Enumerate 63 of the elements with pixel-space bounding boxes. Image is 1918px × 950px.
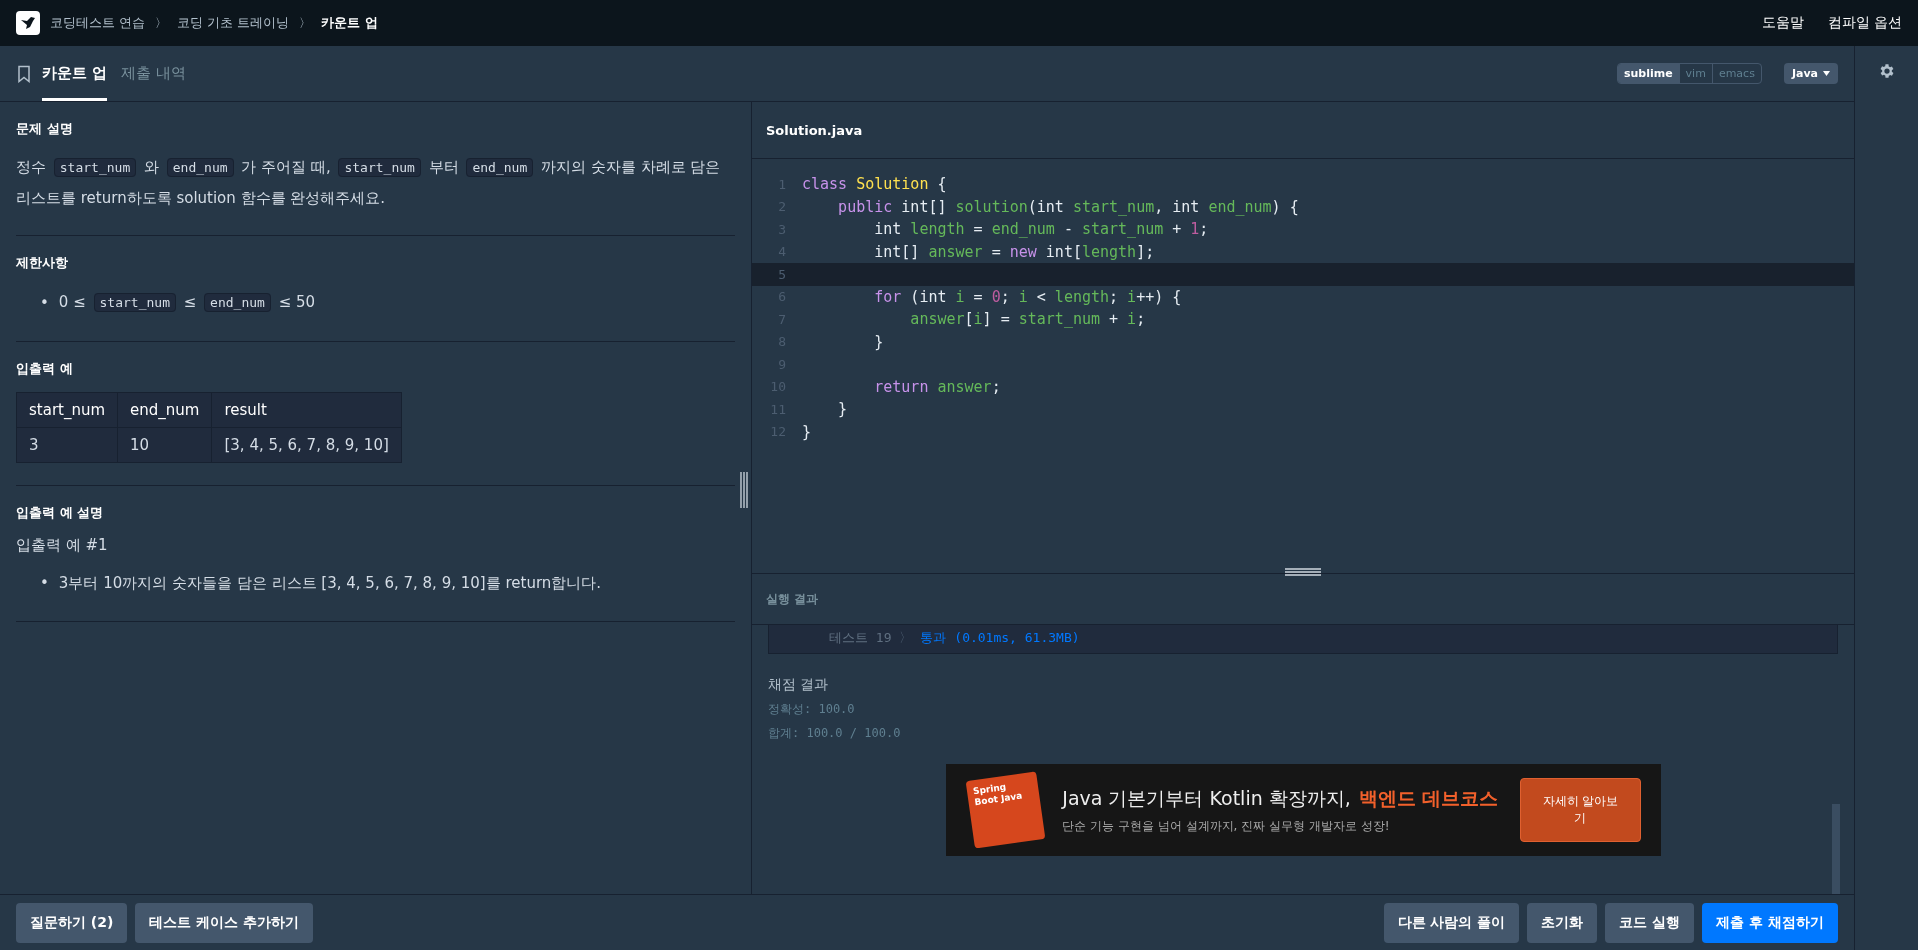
footer-button[interactable]: 코드 실행 (1605, 902, 1695, 943)
breadcrumb-separator: 〉 (299, 14, 312, 32)
editor-mode-button[interactable]: sublime (1617, 64, 1679, 83)
learn-more-button[interactable]: 자세히 알아보기 (1520, 778, 1641, 842)
resize-handle[interactable] (739, 472, 749, 508)
line-number: 5 (777, 266, 787, 282)
nav-link[interactable]: 컴파일 옵션 (1827, 14, 1902, 32)
breadcrumb-item: 카운트 업 (321, 14, 378, 32)
bookmark-icon (16, 64, 32, 83)
panel-title: 실행 결과 (766, 590, 819, 608)
footer-button[interactable]: 다른 사람의 풀이 (1383, 902, 1520, 943)
bullet: • (40, 293, 49, 312)
breadcrumb-item[interactable]: 코딩 기초 트레이닝 (177, 14, 290, 32)
table-cell: 3 (16, 427, 118, 463)
code-line[interactable]: } (802, 332, 884, 351)
grading-line: 정확성: 100.0 (768, 701, 856, 718)
code-line[interactable]: for (int i = 0; i < length; i++) { (802, 287, 1182, 306)
breadcrumb-item[interactable]: 코딩테스트 연습 (50, 14, 146, 32)
code-line[interactable]: class Solution { (802, 175, 947, 194)
ad-banner[interactable]: Spring Boot Java Java 기본기부터 Kotlin 확장까지, 백엔드 데브코스 단순 기능 구현을 넘어 설계까지, 진짜 실무형 개발자로 성장! 자세히 알아보기 (945, 764, 1661, 856)
test-label: 테스트 19 (829, 629, 892, 647)
language-dropdown[interactable]: Java (1783, 63, 1838, 84)
section-title: 입출력 예 (16, 360, 74, 378)
banner-headline: Java 기본기부터 Kotlin 확장까지, 백엔드 데브코스 (1062, 785, 1499, 811)
code-line[interactable]: } (802, 422, 812, 441)
footer-button[interactable]: 초기화 (1527, 902, 1598, 943)
logo-icon[interactable] (16, 11, 40, 35)
bullet: • (40, 574, 49, 592)
footer-button[interactable]: 질문하기 (2) (16, 902, 128, 943)
table-header: start_num (16, 392, 118, 428)
code-line[interactable]: int length = end_num - start_num + 1; (802, 220, 1209, 239)
tab[interactable]: 제출 내역 (121, 46, 186, 101)
test-result: 통과 (0.01ms, 61.3MB) (920, 629, 1080, 647)
resize-handle[interactable] (1285, 567, 1321, 577)
footer-button[interactable]: 테스트 케이스 추가하기 (135, 902, 314, 943)
code-line[interactable]: int[] answer = new int[length]; (802, 242, 1155, 261)
code-line[interactable]: return answer; (802, 377, 1001, 396)
section-title: 입출력 예 설명 (16, 504, 105, 522)
code-line[interactable]: } (802, 400, 848, 419)
explanation-item: 3부터 10까지의 숫자들을 담은 리스트 [3, 4, 5, 6, 7, 8, 9, 10]를 return합니다. (58, 573, 602, 594)
section-title: 문제 설명 (16, 120, 74, 138)
tab[interactable]: 카운트 업 (42, 46, 108, 101)
problem-description: 정수 start_num 와 end_num 가 주어질 때, start_num 부터 end_num 까지의 숫자를 차례로 담은 리스트를 return하도록 solution 함수를 완성해주세요. (16, 157, 722, 209)
grading-line: 합계: 100.0 / 100.0 (768, 725, 902, 742)
breadcrumb-separator: 〉 (155, 14, 168, 32)
table-cell: [3, 4, 5, 6, 7, 8, 9, 10] (211, 427, 402, 463)
caret-icon (1823, 71, 1830, 76)
book-drawing: Spring Boot Java (965, 771, 1045, 849)
file-name: Solution.java (766, 122, 863, 138)
scrollbar-thumb[interactable] (1832, 804, 1840, 894)
submit-button[interactable]: 제출 후 채점하기 (1702, 902, 1838, 943)
table-header: result (211, 392, 402, 428)
table-header: end_num (117, 392, 212, 428)
section-title: 제한사항 (16, 254, 69, 272)
test-arrow: 〉 (899, 629, 913, 647)
constraint-item: 0 ≤ start_num ≤ end_num ≤ 50 (58, 292, 316, 314)
example-subtitle: 입출력 예 #1 (16, 536, 109, 555)
banner-subline: 단순 기능 구현을 넘어 설계까지, 진짜 실무형 개발자로 성장! (1062, 817, 1391, 835)
nav-link[interactable]: 도움말 (1761, 14, 1804, 32)
table-cell: 10 (117, 427, 212, 463)
code-line[interactable]: answer[i] = start_num + i; (802, 310, 1146, 329)
code-line[interactable]: public int[] solution(int start_num, int end_num) { (802, 197, 1299, 216)
grading-title: 채점 결과 (768, 676, 830, 694)
